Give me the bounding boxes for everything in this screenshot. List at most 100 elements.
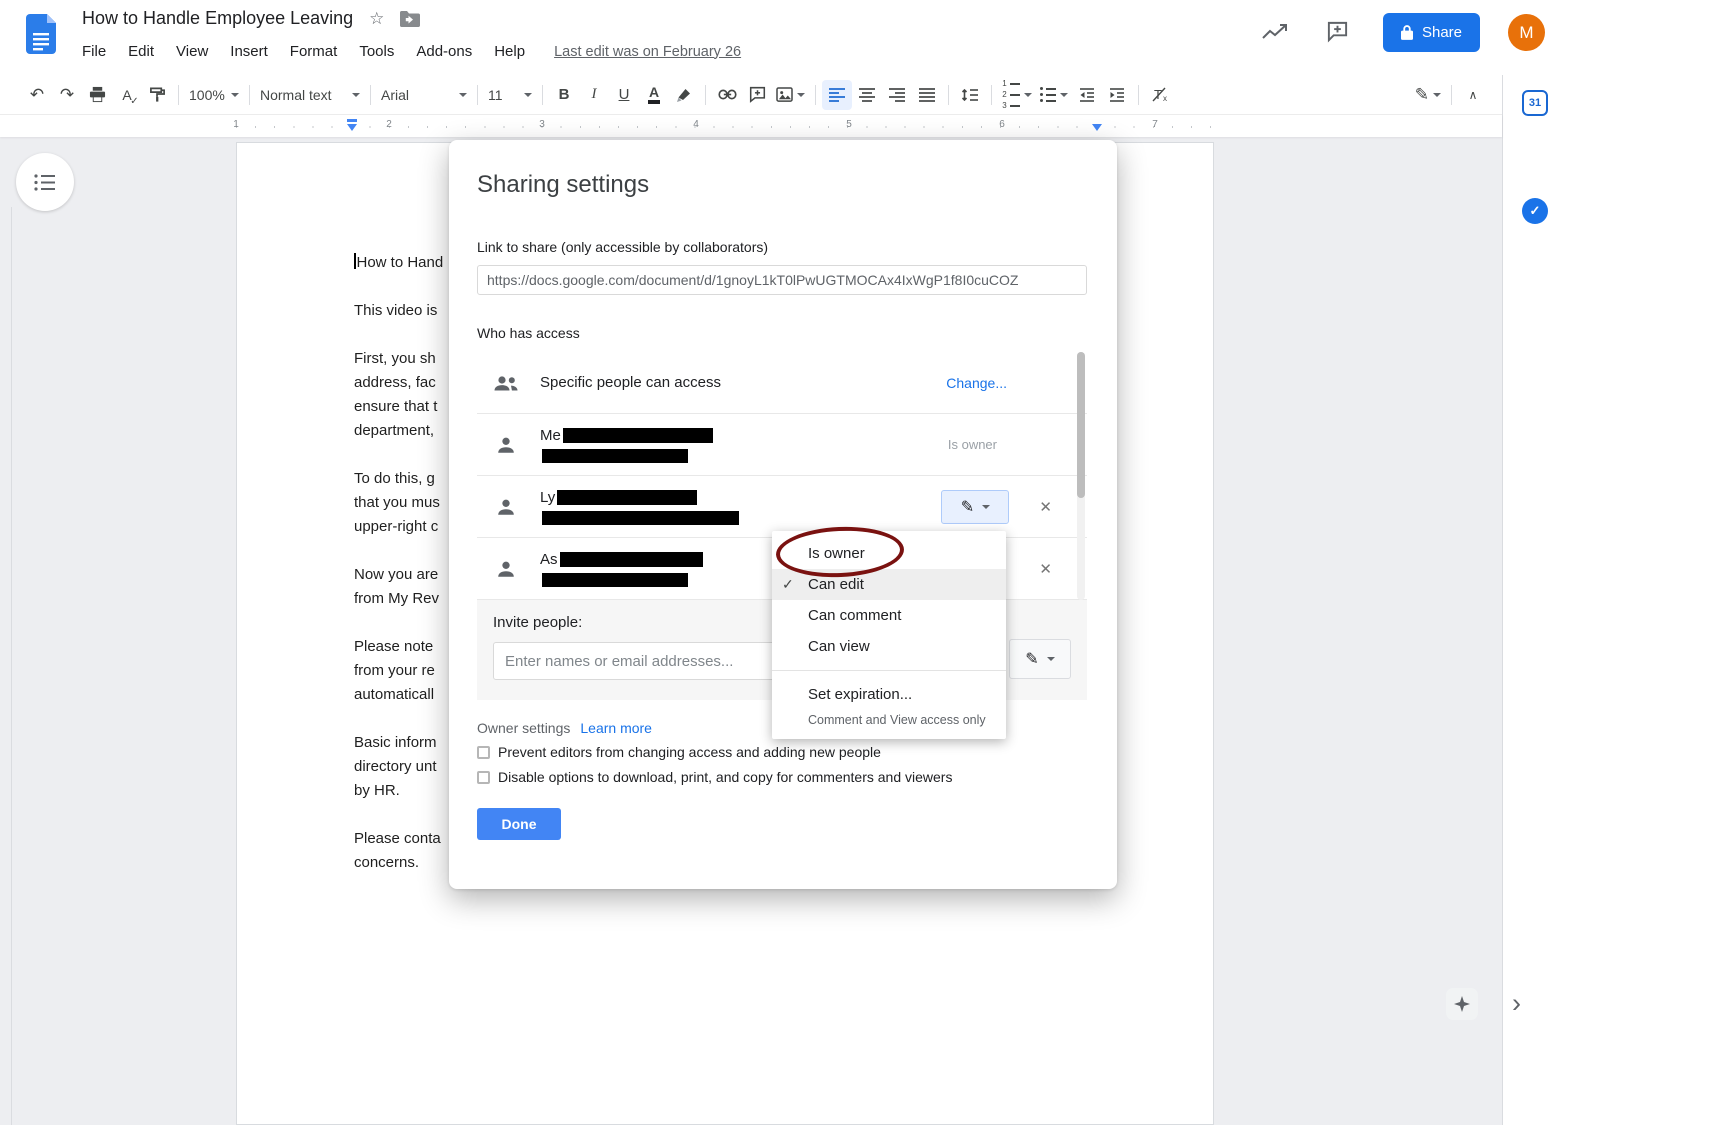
menu-format[interactable]: Format bbox=[279, 41, 349, 62]
top-bar: How to Handle Employee Leaving ☆ File Ed… bbox=[0, 0, 1709, 75]
undo-button[interactable]: ↶ bbox=[22, 80, 52, 110]
prevent-editors-checkbox[interactable] bbox=[477, 746, 490, 759]
chevron-down-icon bbox=[352, 93, 360, 97]
redaction-bar bbox=[542, 449, 688, 463]
scrollbar-thumb[interactable] bbox=[1077, 352, 1085, 498]
redaction-bar bbox=[542, 573, 688, 587]
side-panel: 31 ✓ bbox=[1522, 90, 1548, 224]
text-color-button[interactable]: A bbox=[639, 80, 669, 110]
zoom-select[interactable]: 100% bbox=[185, 80, 243, 110]
collaborator-name: Ly bbox=[540, 489, 555, 506]
decrease-indent-button[interactable] bbox=[1072, 80, 1102, 110]
right-indent-marker[interactable] bbox=[1092, 124, 1102, 131]
person-icon bbox=[493, 435, 519, 454]
print-button[interactable] bbox=[82, 80, 112, 110]
comment-plus-icon bbox=[749, 86, 766, 103]
star-icon[interactable]: ☆ bbox=[369, 9, 384, 29]
align-left-button[interactable] bbox=[822, 80, 852, 110]
bold-button[interactable]: B bbox=[549, 80, 579, 110]
toolbar-collapse-button[interactable]: ∧ bbox=[1458, 80, 1488, 110]
menu-item-can-edit[interactable]: ✓ Can edit bbox=[772, 569, 1006, 600]
insert-image-button[interactable] bbox=[772, 80, 809, 110]
align-right-button[interactable] bbox=[882, 80, 912, 110]
increase-indent-button[interactable] bbox=[1102, 80, 1132, 110]
justify-button[interactable] bbox=[912, 80, 942, 110]
done-button[interactable]: Done bbox=[477, 808, 561, 840]
move-folder-icon[interactable] bbox=[400, 11, 420, 27]
last-edit-link[interactable]: Last edit was on February 26 bbox=[554, 44, 741, 60]
underline-button[interactable]: U bbox=[609, 80, 639, 110]
ruler: 1 2 3 4 5 6 7 bbox=[0, 115, 1502, 137]
chevron-down-icon bbox=[459, 93, 467, 97]
share-label: Share bbox=[1422, 24, 1462, 41]
menu-item-can-comment[interactable]: Can comment bbox=[772, 600, 1006, 631]
styles-select[interactable]: Normal text bbox=[256, 80, 364, 110]
docs-logo-icon[interactable] bbox=[26, 14, 56, 54]
change-access-link[interactable]: Change... bbox=[946, 375, 1007, 391]
paint-format-button[interactable] bbox=[142, 80, 172, 110]
bulleted-list-button[interactable] bbox=[1036, 80, 1072, 110]
font-select[interactable]: Arial bbox=[377, 80, 471, 110]
menu-bar: File Edit View Insert Format Tools Add-o… bbox=[71, 41, 741, 62]
hide-side-panel-button[interactable]: › bbox=[1512, 988, 1521, 1019]
disable-download-checkbox[interactable] bbox=[477, 771, 490, 784]
menu-file[interactable]: File bbox=[71, 41, 117, 62]
menu-item-set-expiration[interactable]: Set expiration... bbox=[772, 679, 1006, 710]
list-scrollbar[interactable] bbox=[1077, 352, 1085, 600]
left-indent-marker[interactable] bbox=[347, 124, 357, 131]
tasks-panel-button[interactable]: ✓ bbox=[1522, 198, 1548, 224]
redaction-bar bbox=[563, 428, 713, 443]
open-comments-button[interactable] bbox=[1326, 20, 1349, 46]
explore-star-icon bbox=[1454, 996, 1470, 1012]
insert-comment-button[interactable] bbox=[742, 80, 772, 110]
chevron-down-icon bbox=[982, 505, 990, 509]
lock-icon bbox=[1401, 25, 1413, 40]
menu-view[interactable]: View bbox=[165, 41, 219, 62]
who-has-access-label: Who has access bbox=[477, 325, 1089, 341]
redo-button[interactable]: ↷ bbox=[52, 80, 82, 110]
invite-permission-dropdown-button[interactable]: ✎ bbox=[1009, 639, 1071, 679]
owner-status-label: Is owner bbox=[948, 437, 997, 452]
show-outline-button[interactable] bbox=[16, 153, 74, 211]
redaction-bar bbox=[542, 511, 739, 525]
chevron-down-icon bbox=[524, 93, 532, 97]
redaction-bar bbox=[560, 552, 703, 567]
align-center-button[interactable] bbox=[852, 80, 882, 110]
remove-collaborator-button[interactable]: ✕ bbox=[1039, 498, 1052, 516]
menu-item-can-view[interactable]: Can view bbox=[772, 631, 1006, 662]
collaborator-name: Me bbox=[540, 427, 561, 444]
prevent-editors-label: Prevent editors from changing access and… bbox=[498, 744, 881, 760]
menu-item-is-owner[interactable]: Is owner bbox=[772, 538, 1006, 569]
calendar-panel-button[interactable]: 31 bbox=[1522, 90, 1548, 116]
menu-tools[interactable]: Tools bbox=[348, 41, 405, 62]
explore-button[interactable] bbox=[1446, 988, 1478, 1020]
account-avatar[interactable]: M bbox=[1508, 14, 1545, 51]
pencil-icon: ✎ bbox=[961, 497, 974, 517]
menu-addons[interactable]: Add-ons bbox=[405, 41, 483, 62]
permission-dropdown-button[interactable]: ✎ bbox=[941, 490, 1009, 524]
line-spacing-button[interactable] bbox=[955, 80, 985, 110]
side-panel-divider bbox=[1502, 75, 1503, 1125]
highlight-color-button[interactable] bbox=[669, 80, 699, 110]
insert-link-button[interactable] bbox=[712, 80, 742, 110]
spellcheck-button[interactable]: A✓ bbox=[112, 80, 142, 110]
numbered-list-button[interactable]: 123 bbox=[998, 80, 1036, 110]
menu-edit[interactable]: Edit bbox=[117, 41, 165, 62]
menu-footnote: Comment and View access only bbox=[772, 710, 1006, 735]
menu-insert[interactable]: Insert bbox=[219, 41, 279, 62]
activity-chart-icon[interactable] bbox=[1262, 23, 1289, 43]
font-size-select[interactable]: 11 bbox=[484, 80, 536, 110]
document-title[interactable]: How to Handle Employee Leaving bbox=[82, 8, 353, 29]
first-line-indent-marker[interactable] bbox=[347, 119, 357, 122]
sharing-settings-dialog: Sharing settings Link to share (only acc… bbox=[449, 140, 1117, 889]
share-link-input[interactable] bbox=[477, 265, 1087, 295]
editing-mode-button[interactable]: ✎ bbox=[1411, 80, 1445, 110]
chevron-down-icon bbox=[231, 93, 239, 97]
share-button[interactable]: Share bbox=[1383, 13, 1480, 52]
remove-collaborator-button[interactable]: ✕ bbox=[1039, 560, 1052, 578]
outline-icon bbox=[34, 174, 56, 191]
italic-button[interactable]: I bbox=[579, 80, 609, 110]
menu-help[interactable]: Help bbox=[483, 41, 536, 62]
clear-formatting-button[interactable]: Tx bbox=[1145, 80, 1175, 110]
learn-more-link[interactable]: Learn more bbox=[580, 720, 652, 736]
